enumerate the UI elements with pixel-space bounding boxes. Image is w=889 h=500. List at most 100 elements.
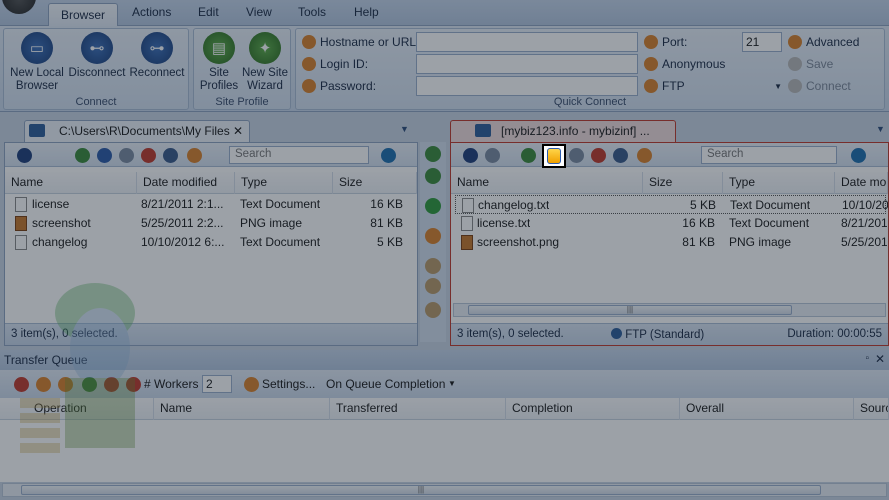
hostname-input[interactable] (416, 32, 638, 52)
col-name[interactable]: Name (451, 172, 643, 194)
chevron-down-icon[interactable]: ▼ (448, 379, 456, 388)
scrollbar-thumb[interactable]: ||| (468, 305, 792, 315)
copy-icon[interactable] (119, 148, 134, 163)
close-icon[interactable]: ✕ (875, 352, 885, 366)
status-items: 3 item(s), 0 selected. (457, 328, 564, 340)
menu-actions[interactable]: Actions (132, 5, 171, 19)
right-horizontal-scrollbar[interactable]: ||| (453, 303, 886, 317)
properties-icon[interactable] (637, 148, 652, 163)
table-row[interactable]: changelog 10/10/2012 6:... Text Document… (5, 233, 417, 252)
col-name[interactable]: Name (5, 172, 137, 194)
table-row[interactable]: screenshot.png 81 KB PNG image 5/25/201 (455, 233, 887, 252)
close-icon[interactable]: ✕ (233, 124, 243, 138)
table-row[interactable]: changelog.txt 5 KB Text Document 10/10/2… (455, 195, 888, 214)
protocol-text: FTP (Standard) (625, 329, 705, 341)
chevron-down-icon[interactable]: ▼ (400, 124, 409, 134)
col-date-modified[interactable]: Date mo (835, 172, 888, 194)
app-orb-icon[interactable] (2, 0, 36, 14)
delete-icon[interactable] (591, 148, 606, 163)
mascot-watermark-icon (20, 283, 135, 453)
compare-icon[interactable] (425, 228, 441, 244)
schedule-icon[interactable] (425, 302, 441, 318)
new-local-browser-button[interactable]: ▭ New Local Browser (8, 32, 66, 93)
new-site-wizard-button[interactable]: ✦ New Site Wizard (240, 32, 290, 93)
col-transferred[interactable]: Transferred (330, 398, 506, 420)
sync-icon[interactable] (425, 198, 441, 214)
col-size[interactable]: Size (333, 172, 417, 194)
reconnect-icon: ⊶ (141, 32, 173, 64)
right-pane-tab[interactable]: [mybiz123.info - mybizinf] ... (450, 120, 676, 142)
rename-icon[interactable] (163, 148, 178, 163)
col-source[interactable]: Sourc (854, 398, 889, 420)
file-size: 5 KB (376, 235, 403, 249)
file-size: 81 KB (682, 235, 715, 249)
port-input[interactable]: 21 (742, 32, 782, 52)
upload-icon (547, 148, 561, 164)
properties-icon[interactable] (187, 148, 202, 163)
password-input[interactable] (416, 76, 638, 96)
copy-icon[interactable] (569, 148, 584, 163)
workers-spinner[interactable]: 2 (202, 375, 232, 393)
table-row[interactable]: screenshot 5/25/2011 2:2... PNG image 81… (5, 214, 417, 233)
server-icon (475, 124, 491, 137)
save-button[interactable]: Save (788, 57, 833, 71)
disconnect-button[interactable]: ⊷ Disconnect (68, 32, 126, 80)
protocol-select[interactable]: FTP ▼ (644, 79, 782, 93)
col-type[interactable]: Type (723, 172, 835, 194)
file-size: 81 KB (370, 216, 403, 230)
advanced-button[interactable]: Advanced (788, 35, 859, 49)
refresh-icon[interactable] (75, 148, 90, 163)
col-type[interactable]: Type (235, 172, 333, 194)
port-icon (644, 35, 658, 49)
upload-icon[interactable] (97, 148, 112, 163)
col-name[interactable]: Name (154, 398, 330, 420)
highlighted-upload-button[interactable] (542, 144, 566, 168)
site-profiles-button[interactable]: ▤ Site Profiles (198, 32, 240, 93)
forward-icon[interactable] (485, 148, 500, 163)
connect-button[interactable]: Connect (788, 79, 851, 93)
search-icon[interactable] (851, 148, 866, 163)
ribbon: ▭ New Local Browser ⊷ Disconnect ⊶ Recon… (0, 26, 889, 112)
search-icon[interactable] (381, 148, 396, 163)
group-title: Quick Connect (553, 96, 627, 108)
transfer-left-icon[interactable] (425, 168, 441, 184)
anonymous-checkbox[interactable]: Anonymous (644, 57, 725, 71)
queue-icon[interactable] (425, 258, 441, 274)
pin-icon[interactable]: ▫ (865, 353, 869, 364)
table-row[interactable]: license.txt 16 KB Text Document 8/21/201 (455, 214, 887, 233)
settings-icon[interactable] (244, 377, 259, 392)
back-icon[interactable] (17, 148, 32, 163)
site-profiles-icon: ▤ (203, 32, 235, 64)
refresh-icon[interactable] (521, 148, 536, 163)
left-column-header: Name Date modified Type Size (5, 172, 417, 194)
queue-completion-dropdown[interactable]: On Queue Completion (326, 377, 445, 391)
menu-bar: Browser Actions Edit View Tools Help (0, 0, 889, 27)
menu-edit[interactable]: Edit (198, 5, 219, 19)
col-overall[interactable]: Overall (680, 398, 854, 420)
menu-tools[interactable]: Tools (298, 5, 326, 19)
file-type: Text Document (240, 197, 321, 211)
login-input[interactable] (416, 54, 638, 74)
transfer-right-icon[interactable] (425, 146, 441, 162)
left-pane-tab[interactable]: C:\Users\R\Documents\My Files ✕ (24, 120, 250, 142)
login-label: Login ID: (302, 57, 368, 71)
rename-icon[interactable] (613, 148, 628, 163)
col-completion[interactable]: Completion (506, 398, 680, 420)
back-icon[interactable] (463, 148, 478, 163)
password-label: Password: (302, 79, 376, 93)
right-search-input[interactable]: Search (701, 146, 837, 164)
left-search-input[interactable]: Search (229, 146, 369, 164)
settings-button[interactable]: Settings... (262, 377, 315, 391)
right-file-pane: Search Name Size Type Date mo changelog.… (450, 142, 889, 346)
menu-help[interactable]: Help (354, 5, 379, 19)
site-profile-group: ▤ Site Profiles ✦ New Site Wizard Site P… (193, 28, 291, 110)
queue-add-icon[interactable] (425, 278, 441, 294)
menu-browser[interactable]: Browser (48, 3, 119, 27)
col-date-modified[interactable]: Date modified (137, 172, 235, 194)
col-size[interactable]: Size (643, 172, 723, 194)
reconnect-button[interactable]: ⊶ Reconnect (128, 32, 186, 80)
table-row[interactable]: license 8/21/2011 2:1... Text Document 1… (5, 195, 417, 214)
menu-view[interactable]: View (246, 5, 272, 19)
delete-icon[interactable] (141, 148, 156, 163)
chevron-down-icon[interactable]: ▼ (876, 124, 885, 134)
